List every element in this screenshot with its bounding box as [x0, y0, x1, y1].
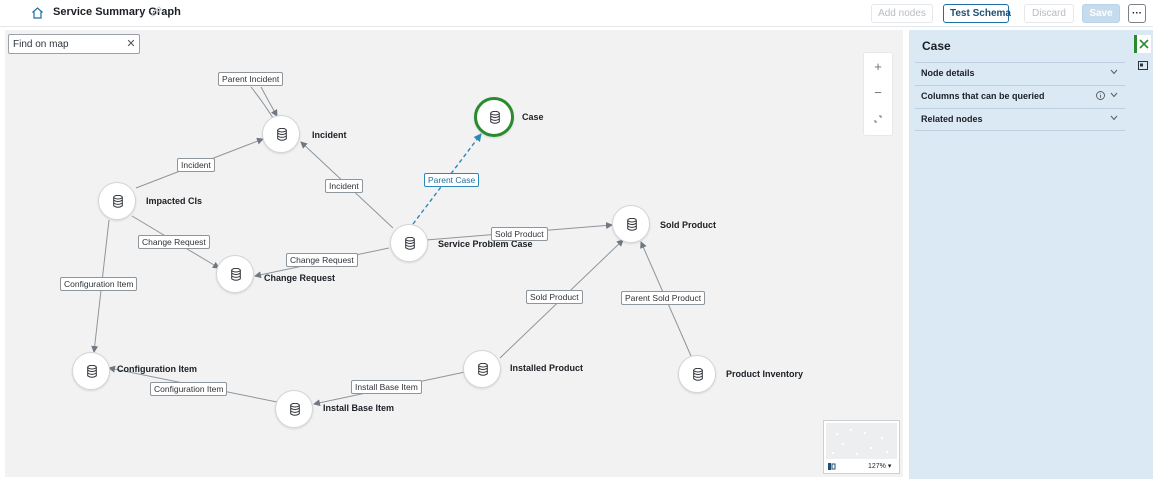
database-icon [277, 128, 287, 141]
node-label-incident: Incident [312, 130, 347, 140]
zoom-out-button[interactable]: − [864, 81, 892, 105]
edge-label-incident-impacted[interactable]: Incident [177, 158, 215, 172]
section-related-nodes[interactable]: Related nodes [915, 108, 1125, 131]
section-label: Related nodes [921, 114, 983, 124]
side-toolstrip [1132, 30, 1153, 479]
pencil-icon[interactable] [150, 6, 162, 18]
schema-view-button[interactable] [1134, 35, 1151, 53]
node-label-configuration-item: Configuration Item [117, 364, 197, 374]
details-panel: Case Node details Columns that can be qu… [909, 30, 1132, 479]
node-label-sold-product: Sold Product [660, 220, 716, 230]
graph-canvas[interactable]: ✕ + − Incident Case Impacted CIs Service… [5, 30, 903, 477]
node-label-install-base-item: Install Base Item [323, 403, 395, 413]
section-label: Columns that can be queried [921, 91, 1045, 101]
node-case[interactable] [474, 97, 514, 137]
edge-parent-incident [250, 86, 277, 118]
add-nodes-button[interactable]: Add nodes [871, 4, 933, 23]
edge-label-parent-incident[interactable]: Parent Incident [218, 72, 284, 86]
minimap-node [832, 452, 834, 454]
edge-label-parent-sold-product[interactable]: Parent Sold Product [621, 291, 706, 305]
node-service-problem-case[interactable] [390, 224, 428, 262]
section-label: Node details [921, 68, 975, 78]
database-icon [478, 363, 488, 376]
more-options-button[interactable]: ··· [1128, 4, 1146, 23]
zoom-in-button[interactable]: + [864, 55, 892, 79]
node-impacted-cis[interactable] [98, 182, 136, 220]
edge-label-change-request-spc[interactable]: Change Request [286, 253, 358, 267]
edge-label-configuration-item-ibi[interactable]: Configuration Item [150, 382, 228, 396]
zoom-controls: + − [863, 52, 893, 136]
top-bar: Service Summary Graph Add nodes Test Sch… [0, 0, 1153, 27]
minimap-node [836, 433, 838, 435]
fit-to-screen-button[interactable] [864, 107, 892, 131]
minimap-toggle-icon[interactable] [828, 463, 836, 470]
node-label-case: Case [522, 112, 544, 122]
node-sold-product[interactable] [612, 205, 650, 243]
discard-button[interactable]: Discard [1024, 4, 1074, 23]
section-queryable-columns[interactable]: Columns that can be queried [915, 85, 1125, 108]
expand-icon [874, 115, 882, 123]
find-on-map-input[interactable] [9, 35, 119, 53]
minimap-viewport[interactable] [826, 423, 897, 459]
database-icon [405, 237, 415, 250]
chevron-down-icon [1110, 92, 1118, 98]
node-label-product-inventory: Product Inventory [726, 369, 804, 379]
minimap-node [864, 432, 866, 434]
home-icon[interactable] [31, 6, 44, 20]
clear-search-icon[interactable]: ✕ [126, 38, 136, 50]
database-icon [627, 218, 637, 231]
edge-label-change-request-impacted[interactable]: Change Request [138, 235, 210, 249]
card-view-icon[interactable] [1138, 61, 1148, 70]
database-icon [113, 195, 123, 208]
minimap-node [881, 437, 883, 439]
close-icon [1139, 39, 1149, 49]
minimap-node [886, 451, 888, 453]
node-configuration-item[interactable] [72, 352, 110, 390]
database-icon [87, 365, 97, 378]
node-label-installed-product: Installed Product [510, 363, 584, 373]
edge-label-incident-spc[interactable]: Incident [325, 179, 363, 193]
database-icon [231, 268, 241, 281]
edge-label-parent-case[interactable]: Parent Case [424, 173, 480, 187]
find-on-map: ✕ [8, 34, 140, 54]
node-change-request[interactable] [216, 255, 254, 293]
graph-edges [91, 86, 692, 407]
node-install-base-item[interactable] [275, 390, 313, 428]
database-icon [290, 403, 300, 416]
minimap-node [842, 443, 844, 445]
edge-label-sold-product-installed[interactable]: Sold Product [526, 290, 583, 304]
minimap[interactable]: 127% ▾ [823, 420, 900, 474]
database-icon [490, 111, 500, 124]
minimap-node [870, 447, 872, 449]
node-label-impacted-cis: Impacted CIs [146, 196, 203, 206]
edge-label-sold-product-spc[interactable]: Sold Product [491, 227, 548, 241]
edge-label-install-base-item[interactable]: Install Base Item [351, 380, 422, 394]
chevron-down-icon [1110, 115, 1118, 121]
database-icon [693, 368, 703, 381]
minimap-node [850, 429, 852, 431]
zoom-level-dropdown[interactable]: 127% ▾ [868, 462, 891, 470]
node-product-inventory[interactable] [678, 355, 716, 393]
node-installed-product[interactable] [463, 350, 501, 388]
edge-label-configuration-item-impacted[interactable]: Configuration Item [60, 277, 138, 291]
save-button[interactable]: Save [1082, 4, 1120, 23]
chevron-down-icon [1110, 69, 1118, 75]
node-label-change-request: Change Request [264, 273, 336, 283]
panel-title: Case [922, 39, 951, 53]
test-schema-button[interactable]: Test Schema [943, 4, 1011, 23]
section-node-details[interactable]: Node details [915, 62, 1125, 85]
node-incident[interactable] [262, 115, 300, 153]
info-icon[interactable] [1096, 91, 1105, 100]
minimap-node [856, 453, 858, 455]
